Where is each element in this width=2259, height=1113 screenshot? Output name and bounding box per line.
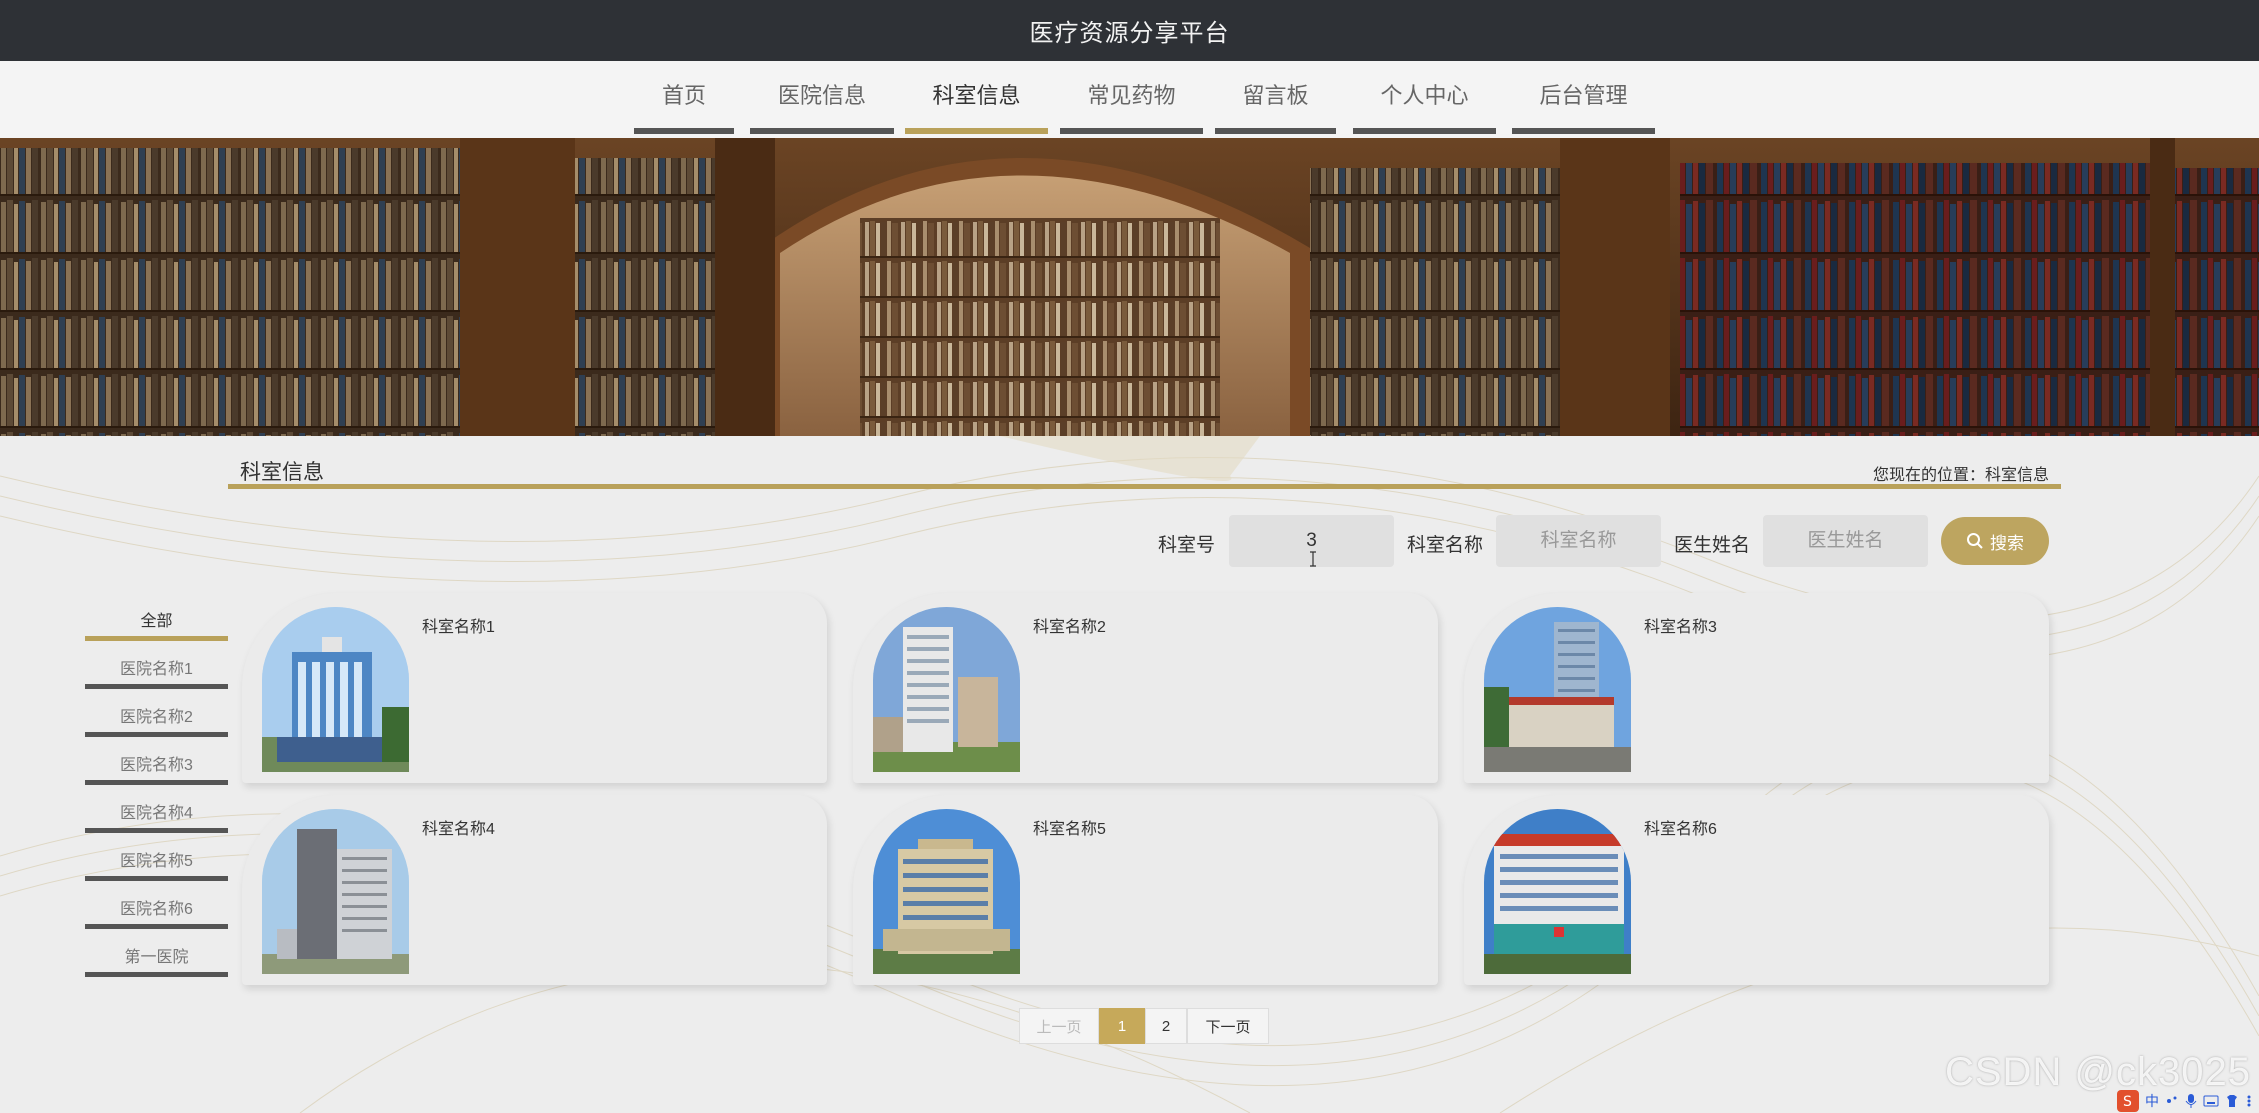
search-button-label: 搜索: [1990, 533, 2024, 553]
dept-no-label: 科室号: [1158, 535, 1216, 556]
nav-item-hospital-info[interactable]: 医院信息: [750, 61, 894, 134]
ime-tray: S 中: [2111, 1089, 2259, 1113]
main-nav: 首页 医院信息 科室信息 常见药物 留言板 个人中心 后台管理: [0, 61, 2259, 138]
category-label: 医院名称3: [120, 757, 193, 774]
category-hospital-3[interactable]: 医院名称3: [85, 755, 228, 785]
category-label: 第一医院: [124, 949, 189, 966]
department-card[interactable]: 科室名称5: [853, 795, 1438, 985]
nav-item-label: 留言板: [1242, 83, 1309, 108]
department-name: 科室名称6: [1644, 821, 1717, 838]
doctor-name-input[interactable]: [1763, 515, 1928, 567]
category-label: 全部: [140, 613, 173, 630]
hospital-building-image: [1484, 607, 1631, 772]
search-button[interactable]: 搜索: [1941, 517, 2049, 565]
pagination-prev-button[interactable]: 上一页: [1019, 1008, 1099, 1044]
more-icon[interactable]: [2245, 1094, 2253, 1108]
library-banner-image: [0, 138, 2259, 436]
nav-item-home[interactable]: 首页: [634, 61, 734, 134]
text-cursor-icon: [1310, 551, 1316, 567]
category-hospital-6[interactable]: 医院名称6: [85, 899, 228, 929]
microphone-icon[interactable]: [2185, 1093, 2197, 1109]
nav-item-common-drugs[interactable]: 常见药物: [1060, 61, 1203, 134]
ime-mode-label[interactable]: 中: [2145, 1091, 2159, 1111]
nav-item-label: 医院信息: [777, 83, 866, 108]
hospital-building-image: [873, 809, 1020, 974]
pagination-page-1[interactable]: 1: [1099, 1008, 1145, 1044]
svg-text:S: S: [2123, 1094, 2132, 1110]
nav-item-label: 后台管理: [1539, 83, 1628, 108]
header-bar: 医疗资源分享平台: [0, 0, 2259, 61]
nav-item-message-board[interactable]: 留言板: [1215, 61, 1336, 134]
nav-item-department-info[interactable]: 科室信息: [905, 61, 1048, 134]
department-card[interactable]: 科室名称1: [242, 593, 827, 783]
nav-item-label: 常见药物: [1087, 83, 1176, 108]
nav-item-label: 科室信息: [932, 83, 1021, 108]
search-icon: [1967, 533, 1983, 549]
department-card[interactable]: 科室名称2: [853, 593, 1438, 783]
punctuation-icon[interactable]: [2165, 1094, 2179, 1108]
department-name: 科室名称3: [1644, 619, 1717, 636]
department-name: 科室名称2: [1033, 619, 1106, 636]
keyboard-icon[interactable]: [2203, 1094, 2219, 1108]
hospital-building-image: [1484, 809, 1631, 974]
department-name: 科室名称1: [422, 619, 495, 636]
nav-item-label: 首页: [661, 83, 706, 108]
section-title: 科室信息: [240, 461, 324, 484]
site-title: 医疗资源分享平台: [1029, 20, 1230, 47]
dept-name-input[interactable]: [1496, 515, 1661, 567]
sogou-ime-icon[interactable]: S: [2117, 1090, 2139, 1112]
hospital-building-image: [262, 607, 409, 772]
category-label: 医院名称6: [120, 901, 193, 918]
nav-item-admin[interactable]: 后台管理: [1512, 61, 1655, 134]
category-hospital-4[interactable]: 医院名称4: [85, 803, 228, 833]
pagination-next-button[interactable]: 下一页: [1187, 1008, 1269, 1044]
category-label: 医院名称1: [120, 661, 193, 678]
department-card[interactable]: 科室名称4: [242, 795, 827, 985]
department-name: 科室名称4: [422, 821, 495, 838]
dept-name-label: 科室名称: [1407, 535, 1484, 556]
bookshelf-illustration: [0, 138, 2259, 436]
department-card[interactable]: 科室名称6: [1464, 795, 2049, 985]
department-name: 科室名称5: [1033, 821, 1106, 838]
category-first-hospital[interactable]: 第一医院: [85, 947, 228, 977]
nav-item-personal-center[interactable]: 个人中心: [1353, 61, 1496, 134]
hospital-building-image: [873, 607, 1020, 772]
category-label: 医院名称4: [120, 805, 193, 822]
nav-item-label: 个人中心: [1380, 83, 1469, 108]
breadcrumb: 您现在的位置：科室信息: [1872, 467, 2049, 484]
pagination-page-2[interactable]: 2: [1145, 1008, 1187, 1044]
skin-icon[interactable]: [2225, 1094, 2239, 1108]
category-hospital-5[interactable]: 医院名称5: [85, 851, 228, 881]
category-label: 医院名称2: [120, 709, 193, 726]
doctor-name-label: 医生姓名: [1674, 535, 1751, 556]
category-hospital-2[interactable]: 医院名称2: [85, 707, 228, 737]
section-divider: [228, 484, 2061, 489]
category-label: 医院名称5: [120, 853, 193, 870]
hospital-building-image: [262, 809, 409, 974]
category-all[interactable]: 全部: [85, 611, 228, 641]
department-card[interactable]: 科室名称3: [1464, 593, 2049, 783]
category-hospital-1[interactable]: 医院名称1: [85, 659, 228, 689]
